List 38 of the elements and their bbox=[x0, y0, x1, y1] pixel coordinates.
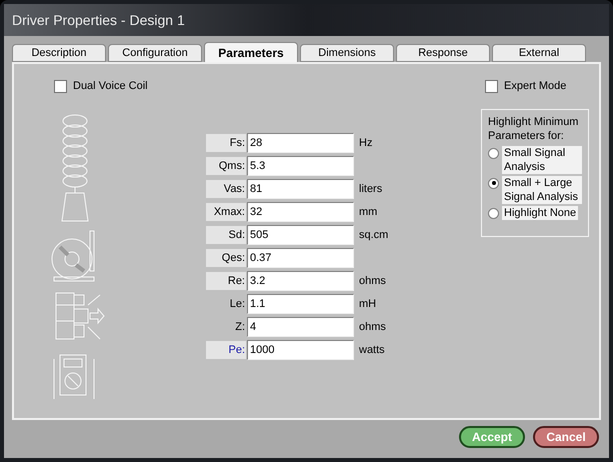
unit-label: ohms bbox=[359, 274, 386, 289]
unit-label: watts bbox=[359, 342, 385, 358]
parameter-field[interactable]: 1000 bbox=[247, 340, 354, 360]
parameter-field[interactable]: 81 bbox=[247, 179, 354, 199]
parameter-label: Vas: bbox=[206, 180, 246, 198]
tab[interactable]: Configuration bbox=[108, 44, 202, 62]
dual-voice-coil-checkbox[interactable]: Dual Voice Coil bbox=[50, 78, 204, 94]
unit-label: Hz bbox=[359, 136, 372, 151]
parameter-field[interactable]: 5.3 bbox=[247, 156, 354, 176]
tab[interactable]: Parameters bbox=[204, 42, 298, 62]
tab[interactable]: Dimensions bbox=[300, 44, 394, 62]
parameter-label: Le: bbox=[228, 297, 246, 312]
parameter-field[interactable]: 3.2 bbox=[247, 271, 354, 291]
parameter-field[interactable]: 28 bbox=[247, 133, 354, 153]
unit-label: sq.cm bbox=[359, 228, 388, 243]
parameter-label: Fs: bbox=[206, 134, 246, 152]
parameter-label: Pe: bbox=[206, 341, 246, 359]
tab[interactable]: Response bbox=[396, 44, 490, 62]
parameter-label: Qes: bbox=[206, 249, 246, 267]
unit-label: mm bbox=[359, 204, 378, 220]
unit-label: mH bbox=[359, 296, 376, 312]
unit-label: liters bbox=[359, 182, 382, 197]
window-title: Driver Properties - Design 1 bbox=[12, 10, 185, 30]
parameter-field[interactable]: 4 bbox=[247, 317, 354, 337]
parameter-field[interactable]: 32 bbox=[247, 202, 354, 222]
parameter-label: Qms: bbox=[206, 157, 246, 175]
parameter-field[interactable]: 1.1 bbox=[247, 294, 354, 314]
unit-label: ohms bbox=[359, 320, 386, 335]
tab[interactable]: External bbox=[492, 44, 586, 62]
expert-mode-checkbox[interactable]: Expert Mode bbox=[485, 78, 589, 94]
parameter-label: Xmax: bbox=[206, 203, 246, 221]
parameter-label: Sd: bbox=[206, 226, 246, 244]
parameter-label: Z: bbox=[234, 320, 246, 335]
tab[interactable]: Description bbox=[12, 44, 106, 62]
parameter-field[interactable]: 505 bbox=[247, 225, 354, 245]
group-title: Highlight Minimum Parameters for: bbox=[488, 114, 580, 142]
parameter-label: Re: bbox=[206, 272, 246, 290]
parameter-field[interactable]: 0.37 bbox=[247, 248, 354, 268]
